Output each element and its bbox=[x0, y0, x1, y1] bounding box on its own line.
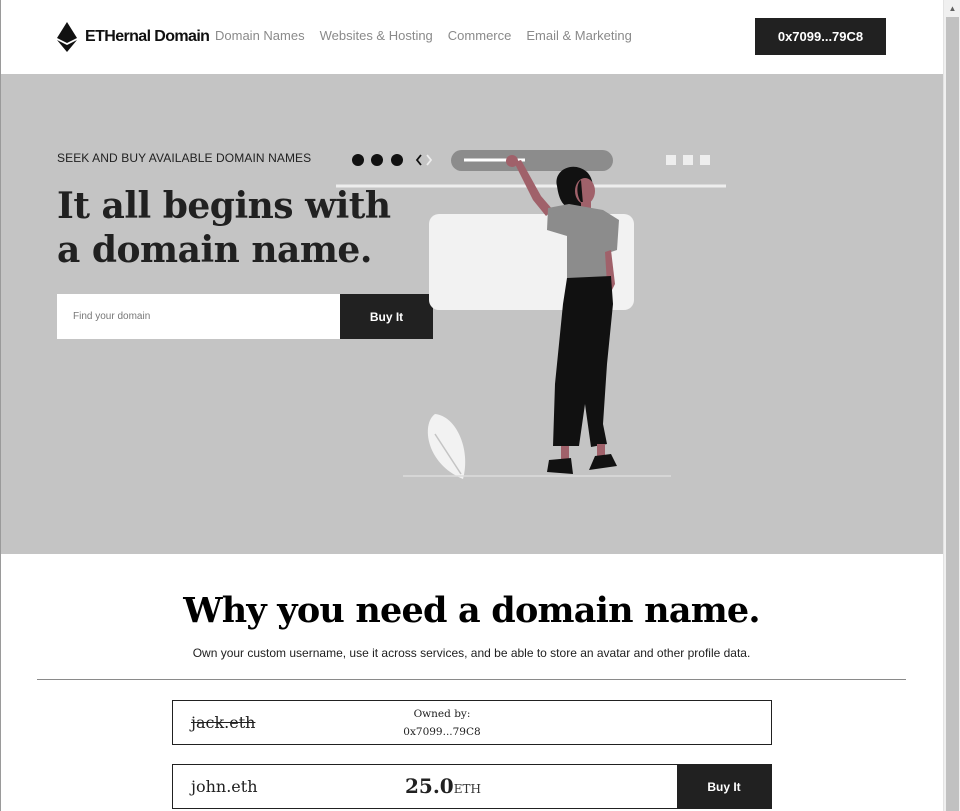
domain-buy-button[interactable]: Buy It bbox=[677, 765, 771, 808]
wallet-address-button[interactable]: 0x7099...79C8 bbox=[755, 18, 886, 55]
window-dot-icon bbox=[391, 154, 403, 166]
why-subtitle: Own your custom username, use it across … bbox=[192, 646, 751, 660]
shoe bbox=[547, 458, 573, 474]
back-arrow-icon bbox=[415, 154, 422, 166]
nav-email-marketing[interactable]: Email & Marketing bbox=[526, 28, 631, 43]
domain-row-owned: jack.eth Owned by: 0x7099...79C8 bbox=[172, 700, 772, 745]
hero-illustration bbox=[336, 150, 726, 479]
domain-name: jack.eth bbox=[191, 713, 256, 732]
domain-price: 25.0ETH bbox=[405, 774, 481, 798]
browser-square-icon bbox=[683, 155, 693, 165]
hero-eyebrow: SEEK AND BUY AVAILABLE DOMAIN NAMES bbox=[57, 151, 312, 165]
brand-logo[interactable]: ETHernal Domain bbox=[57, 22, 210, 52]
scroll-up-arrow-icon[interactable]: ▲ bbox=[944, 0, 960, 17]
window-dot-icon bbox=[371, 154, 383, 166]
price-unit: ETH bbox=[453, 782, 481, 796]
shoe bbox=[589, 454, 617, 470]
leaf-icon bbox=[427, 414, 466, 479]
site-header: ETHernal Domain Domain Names Websites & … bbox=[1, 0, 943, 74]
nav-commerce[interactable]: Commerce bbox=[448, 28, 512, 43]
why-title: Why you need a domain name. bbox=[183, 590, 760, 631]
ankle bbox=[561, 446, 569, 460]
window-dot-icon bbox=[352, 154, 364, 166]
owned-by-label: Owned by: bbox=[413, 708, 471, 720]
forward-arrow-icon bbox=[426, 154, 433, 166]
vertical-scrollbar[interactable]: ▲ bbox=[943, 0, 960, 811]
ethereum-icon bbox=[57, 22, 77, 52]
owner-address: 0x7099...79C8 bbox=[403, 726, 481, 738]
browser-square-icon bbox=[700, 155, 710, 165]
main-nav: Domain Names Websites & Hosting Commerce… bbox=[215, 28, 632, 43]
section-divider bbox=[37, 679, 906, 680]
scrollbar-thumb[interactable] bbox=[946, 17, 959, 811]
hand bbox=[506, 155, 518, 167]
nav-domain-names[interactable]: Domain Names bbox=[215, 28, 305, 43]
domain-name: john.eth bbox=[191, 777, 258, 796]
hero-section: SEEK AND BUY AVAILABLE DOMAIN NAMES It a… bbox=[1, 74, 943, 554]
nav-websites-hosting[interactable]: Websites & Hosting bbox=[320, 28, 433, 43]
price-value: 25.0 bbox=[405, 774, 454, 798]
domain-search-input[interactable] bbox=[57, 294, 340, 339]
browser-square-icon bbox=[666, 155, 676, 165]
domain-row-available: john.eth 25.0ETH Buy It bbox=[172, 764, 772, 809]
brand-name: ETHernal Domain bbox=[85, 28, 210, 45]
